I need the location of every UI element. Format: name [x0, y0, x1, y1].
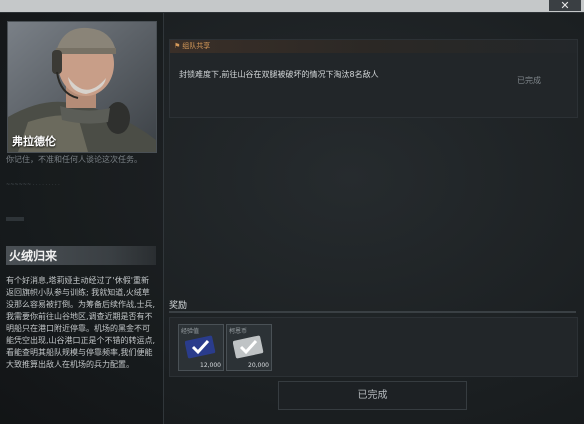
mission-window: 弗拉德伦 你记住，不准和任何人谈论这次任务。 ~~~~~~ · · · · · … — [0, 12, 584, 424]
mission-title: 火绒归来 — [9, 249, 58, 263]
reward-item-exp[interactable]: 经验值 12,000 — [178, 324, 224, 371]
task-card: ⚑ 组队共享 封锁难度下,前往山谷在双腿被破坏的情况下淘汰8名敌人 已完成 — [169, 39, 578, 118]
rewards-label: 奖励 — [169, 301, 188, 311]
mission-title-bar: 火绒归来 — [6, 246, 156, 265]
character-quote: 你记住，不准和任何人谈论这次任务。 — [6, 155, 142, 164]
exp-card-icon — [185, 335, 216, 359]
reward-amount: 20,000 — [248, 362, 269, 369]
character-portrait: 弗拉德伦 — [7, 21, 157, 153]
faded-text: ~~~~~~ · · · · · · · · · — [6, 182, 60, 188]
task-objective: 封锁难度下,前往山谷在双腿被破坏的情况下淘汰8名敌人 — [179, 70, 379, 79]
character-name: 弗拉德伦 — [12, 135, 56, 148]
divider — [6, 217, 24, 221]
mission-description: 有个好消息,塔莉娅主动经过了'休假'重新返回旗帜小队参与训练; 我就知道,火绒草… — [6, 276, 156, 369]
reward-item-coin[interactable]: 柯恩币 20,000 — [226, 324, 272, 371]
rewards-panel: 经验值 12,000 柯恩币 20,000 — [169, 317, 578, 377]
window-title-bar: ✕ — [0, 0, 584, 12]
coin-card-icon — [233, 335, 264, 359]
rewards-divider — [169, 311, 576, 313]
reward-name: 经验值 — [181, 328, 200, 335]
task-status: 已完成 — [517, 76, 541, 85]
flag-icon: ⚑ — [174, 42, 181, 50]
completed-button[interactable]: 已完成 — [278, 381, 467, 410]
character-panel: 弗拉德伦 你记住，不准和任何人谈论这次任务。 ~~~~~~ · · · · · … — [0, 13, 164, 424]
close-button[interactable]: ✕ — [549, 0, 581, 11]
task-tag: ⚑ 组队共享 — [170, 40, 577, 53]
task-tag-label: 组队共享 — [182, 42, 211, 50]
reward-name: 柯恩币 — [229, 328, 248, 335]
reward-amount: 12,000 — [200, 362, 221, 369]
